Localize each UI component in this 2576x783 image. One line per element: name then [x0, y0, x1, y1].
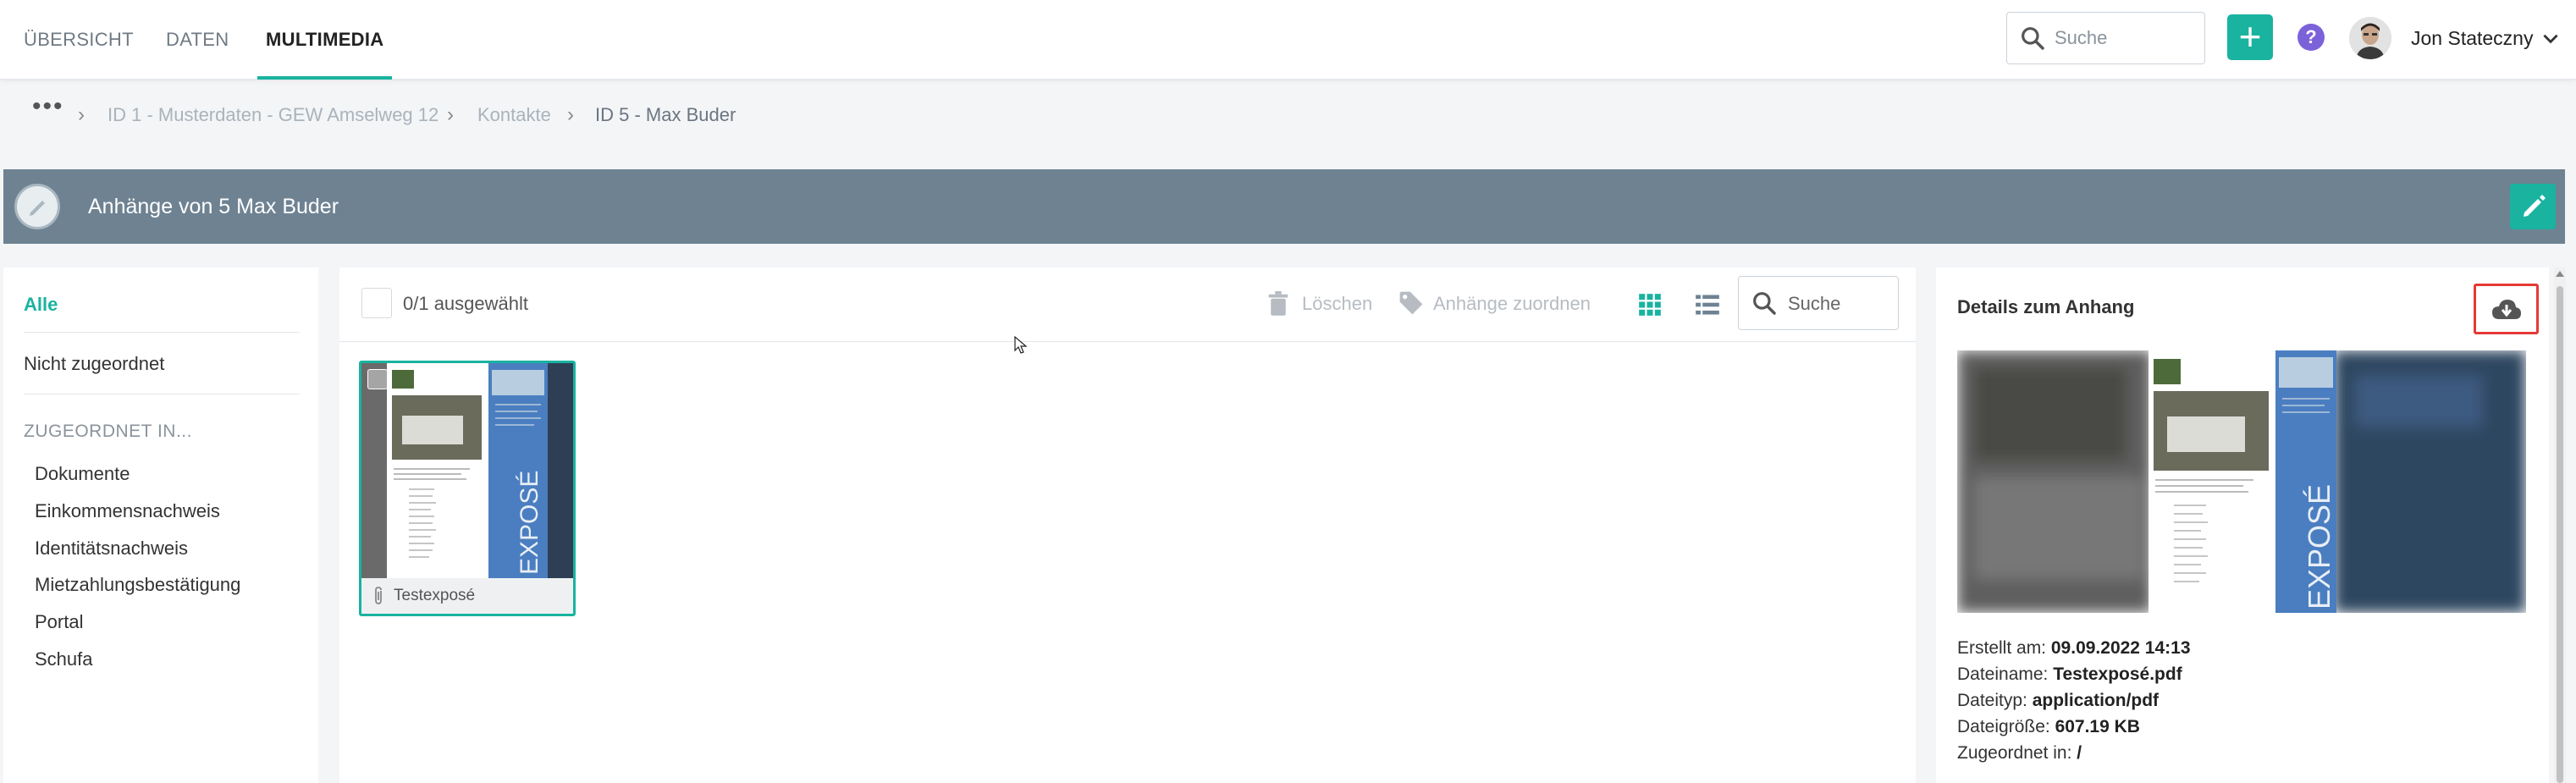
header-icon	[14, 184, 60, 229]
tab-multimedia[interactable]: MULTIMEDIA	[256, 0, 393, 80]
breadcrumb-more[interactable]: •••	[32, 94, 64, 119]
attachment-gallery: 0/1 ausgewählt Löschen Anhänge zuordnen …	[339, 267, 1916, 783]
add-button[interactable]: +	[2227, 14, 2273, 60]
paperclip-icon	[375, 587, 382, 604]
detail-filename: Dateiname: Testexposé.pdf	[1957, 664, 2182, 684]
sidebar-item-identitaetsnachweis[interactable]: Identitätsnachweis	[35, 538, 188, 560]
attachment-name: Testexposé	[394, 587, 476, 604]
tab-uebersicht[interactable]: ÜBERSICHT	[24, 0, 134, 80]
select-all-checkbox[interactable]	[361, 288, 392, 318]
sidebar-item-dokumente[interactable]: Dokumente	[35, 463, 130, 485]
gallery-search-input[interactable]	[1788, 289, 1889, 319]
scrollbar-thumb[interactable]	[2557, 286, 2563, 783]
chevron-down-icon[interactable]	[2540, 27, 2562, 49]
download-button[interactable]	[2474, 284, 2539, 334]
delete-button[interactable]: Löschen	[1302, 293, 1372, 315]
sidebar-item-nicht-zugeordnet[interactable]: Nicht zugeordnet	[24, 353, 164, 375]
avatar[interactable]	[2349, 17, 2391, 59]
page-header: Anhänge von 5 Max Buder	[3, 169, 2565, 244]
tag-icon[interactable]	[1398, 289, 1425, 317]
edit-button[interactable]	[2510, 184, 2556, 229]
scroll-up-arrow[interactable]	[2556, 271, 2564, 277]
attachment-preview: EXPOSÉ	[1957, 350, 2526, 613]
chevron-right-icon: ›	[567, 103, 574, 126]
attachment-thumbnail: EXPOSÉ	[361, 363, 573, 578]
user-name[interactable]: Jon Stateczny	[2411, 27, 2533, 50]
sidebar-item-mietzahlungsbestaetigung[interactable]: Mietzahlungsbestätigung	[35, 574, 240, 596]
page-title: Anhänge von 5 Max Buder	[88, 195, 339, 218]
attachment-details: Details zum Anhang EXPOSÉ Erstellt am: 0…	[1936, 267, 2549, 783]
user-avatar-icon	[2349, 17, 2391, 59]
help-icon[interactable]: ?	[2297, 24, 2325, 51]
sidebar-group-heading: ZUGEORDNET IN...	[24, 422, 192, 441]
assign-attachments-button[interactable]: Anhänge zuordnen	[1433, 293, 1591, 315]
sidebar-item-schufa[interactable]: Schufa	[35, 648, 93, 670]
preview-vertical-text: EXPOSÉ	[2302, 484, 2336, 609]
gallery-toolbar: 0/1 ausgewählt Löschen Anhänge zuordnen	[339, 267, 1916, 342]
trash-icon[interactable]	[1266, 289, 1291, 318]
selection-count: 0/1 ausgewählt	[403, 293, 528, 314]
search-icon	[2022, 27, 2044, 50]
detail-created: Erstellt am: 09.09.2022 14:13	[1957, 638, 2191, 658]
attachment-label: Testexposé	[361, 578, 573, 614]
details-title: Details zum Anhang	[1957, 296, 2135, 317]
pencil-icon	[2524, 195, 2546, 217]
category-sidebar: Alle Nicht zugeordnet ZUGEORDNET IN... D…	[3, 267, 318, 783]
cloud-download-icon	[2492, 300, 2521, 319]
tab-daten[interactable]: DATEN	[166, 0, 229, 80]
attachment-checkbox[interactable]	[367, 369, 388, 389]
detail-assigned: Zugeordnet in: /	[1957, 743, 2082, 763]
attachment-card[interactable]: EXPOSÉ Testexposé	[359, 361, 576, 616]
pencil-icon	[30, 201, 45, 216]
mouse-cursor-icon	[1014, 336, 1028, 354]
global-search-box[interactable]	[2006, 12, 2205, 64]
sidebar-item-alle[interactable]: Alle	[24, 294, 58, 316]
divider	[24, 332, 300, 333]
detail-filetype: Dateityp: application/pdf	[1957, 691, 2160, 710]
sidebar-item-portal[interactable]: Portal	[35, 611, 83, 633]
global-search-input[interactable]	[2055, 23, 2194, 53]
breadcrumb-current: ID 5 - Max Buder	[595, 104, 736, 125]
chevron-right-icon: ›	[447, 103, 454, 126]
grid-view-icon[interactable]	[1638, 293, 1662, 317]
search-icon	[1753, 292, 1776, 315]
breadcrumb: ••• › ID 1 - Musterdaten - GEW Amselweg …	[0, 91, 2576, 137]
gallery-search-box[interactable]	[1738, 276, 1899, 330]
detail-filesize: Dateigröße: 607.19 KB	[1957, 717, 2140, 736]
breadcrumb-item-object[interactable]: ID 1 - Musterdaten - GEW Amselweg 12	[108, 104, 439, 126]
list-view-icon[interactable]	[1695, 293, 1720, 317]
breadcrumb-item-kontakte[interactable]: Kontakte	[477, 104, 551, 126]
details-scrollbar[interactable]	[2554, 267, 2566, 783]
chevron-right-icon: ›	[78, 103, 85, 126]
thumbnail-vertical-text: EXPOSÉ	[516, 471, 543, 575]
sidebar-item-einkommensnachweis[interactable]: Einkommensnachweis	[35, 500, 220, 522]
top-navigation: ÜBERSICHT DATEN MULTIMEDIA + ? Jon State…	[0, 0, 2576, 80]
